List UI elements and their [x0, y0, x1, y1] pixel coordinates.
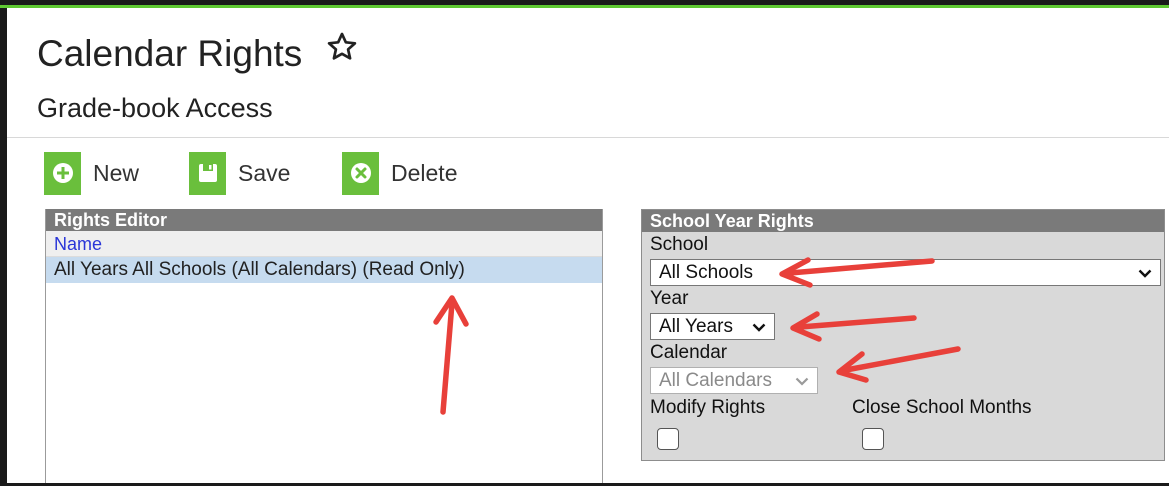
floppy-disk-icon [189, 151, 226, 195]
page-title-text: Calendar Rights [37, 33, 303, 75]
modify-rights-checkbox[interactable] [657, 428, 679, 450]
star-icon[interactable] [325, 30, 359, 74]
delete-button[interactable]: Delete [342, 150, 457, 196]
year-select-value: All Years [659, 316, 733, 337]
school-select[interactable]: All Schools [650, 259, 1161, 286]
column-header-name[interactable]: Name [46, 231, 602, 257]
calendar-select[interactable]: All Calendars [650, 367, 818, 394]
plus-circle-icon [44, 151, 81, 195]
chevron-down-icon [795, 377, 809, 386]
school-label: School [650, 234, 709, 255]
school-year-rights-panel: School Year Rights School All Schools Ye… [641, 209, 1165, 461]
save-button[interactable]: Save [189, 150, 290, 196]
table-row[interactable]: All Years All Schools (All Calendars) (R… [46, 257, 602, 283]
year-label: Year [650, 288, 689, 309]
modify-rights-label: Modify Rights [650, 397, 766, 418]
page-subtitle: Grade-book Access [37, 93, 273, 123]
new-button-label: New [93, 159, 140, 186]
school-select-value: All Schools [659, 262, 753, 283]
school-year-rights-header: School Year Rights [642, 210, 1164, 232]
chevron-down-icon [752, 323, 766, 332]
chevron-down-icon [1138, 269, 1152, 278]
rights-editor-header: Rights Editor [46, 209, 602, 231]
close-school-months-label: Close School Months [852, 397, 1032, 418]
top-bar-accent [0, 5, 1169, 8]
page-title: Calendar Rights [37, 30, 359, 76]
rights-editor-panel: Rights Editor Name All Years All Schools… [45, 209, 603, 483]
x-circle-icon [342, 151, 379, 195]
delete-button-label: Delete [391, 159, 458, 186]
divider [7, 137, 1169, 138]
year-select[interactable]: All Years [650, 313, 775, 340]
save-button-label: Save [238, 159, 291, 186]
calendar-label: Calendar [650, 342, 728, 363]
calendar-select-value: All Calendars [659, 370, 772, 391]
new-button[interactable]: New [44, 150, 139, 196]
close-school-months-checkbox[interactable] [862, 428, 884, 450]
